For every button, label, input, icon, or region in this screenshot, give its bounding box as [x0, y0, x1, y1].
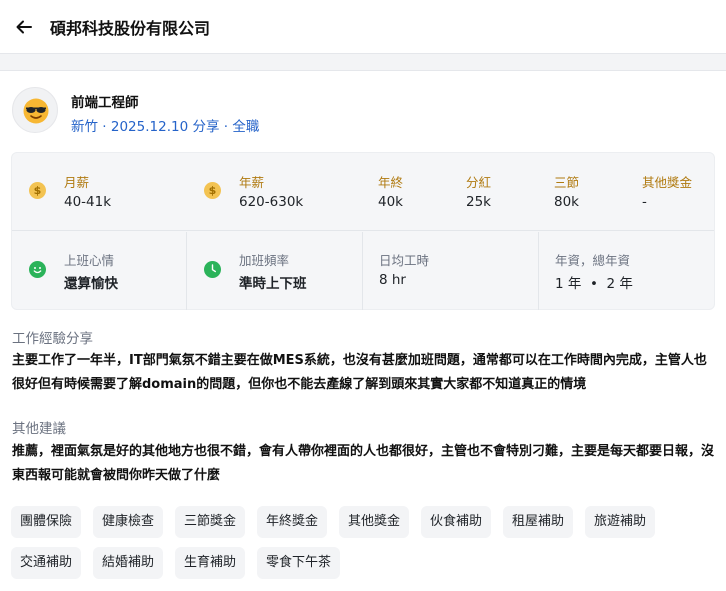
year-end-bonus-label: 年終 — [378, 175, 404, 190]
mood-value: 還算愉快 — [64, 276, 118, 292]
monthly-salary-value: 40-41k — [64, 194, 112, 210]
benefit-tag: 租屋補助 — [503, 506, 574, 538]
dollar-coin-icon: $ — [204, 182, 221, 199]
divider — [362, 232, 363, 310]
benefit-tag: 健康檢查 — [93, 506, 164, 538]
dividend-value: 25k — [466, 194, 491, 210]
benefit-tag: 旅遊補助 — [585, 506, 656, 538]
experience-heading: 工作經驗分享 — [12, 331, 93, 347]
overtime-label: 加班頻率 — [239, 253, 290, 268]
benefit-tag: 三節獎金 — [175, 506, 246, 538]
mood-label: 上班心情 — [64, 253, 115, 268]
sunglasses-emoji-icon — [23, 98, 49, 124]
job-title: 前端工程師 — [71, 95, 139, 111]
other-bonus-value: - — [642, 194, 647, 210]
divider — [186, 232, 187, 310]
post-meta[interactable]: 新竹 · 2025.12.10 分享 · 全職 — [71, 115, 259, 135]
benefit-tag: 生育補助 — [175, 547, 246, 579]
benefit-tag: 年終獎金 — [257, 506, 328, 538]
advice-heading: 其他建議 — [12, 421, 66, 437]
seniority-value: 1 年 • 2 年 — [555, 276, 633, 292]
advice-text: 推薦，裡面氣氛是好的其他地方也很不錯，會有人帶你裡面的人也都很好，主管也不會特別… — [12, 444, 715, 483]
dividend-label: 分紅 — [466, 175, 492, 190]
benefit-tag: 零食下午茶 — [257, 547, 341, 579]
benefit-tag: 結婚補助 — [93, 547, 164, 579]
avatar — [12, 87, 58, 133]
overtime-value: 準時上下班 — [239, 276, 307, 292]
smiley-icon — [29, 261, 46, 278]
annual-salary-label: 年薪 — [239, 175, 265, 190]
salary-post-card: 前端工程師 新竹 · 2025.12.10 分享 · 全職 $ 月薪 40-41… — [0, 70, 726, 591]
salary-row: $ 月薪 40-41k $ 年薪 620-630k 年終 40k 分紅 25k … — [12, 153, 714, 231]
company-title: 碩邦科技股份有限公司 — [50, 19, 211, 38]
benefit-tag: 伙食補助 — [421, 506, 492, 538]
year-end-bonus-value: 40k — [378, 194, 403, 210]
top-bar: 碩邦科技股份有限公司 — [0, 0, 726, 54]
other-bonus-label: 其他獎金 — [642, 175, 693, 190]
festival-bonus-label: 三節 — [554, 175, 580, 190]
experience-text: 主要工作了一年半，IT部門氣氛不錯主要在做MES系統，也沒有甚麼加班問題，通常都… — [12, 353, 707, 392]
dollar-coin-icon: $ — [29, 182, 46, 199]
benefit-tag: 其他獎金 — [339, 506, 410, 538]
salary-panel: $ 月薪 40-41k $ 年薪 620-630k 年終 40k 分紅 25k … — [11, 152, 715, 310]
clock-icon — [204, 261, 221, 278]
arrow-left-icon[interactable] — [14, 17, 34, 37]
seniority-label: 年資，總年資 — [555, 253, 631, 268]
benefit-tag: 交通補助 — [11, 547, 82, 579]
daily-hours-value: 8 hr — [379, 272, 406, 288]
daily-hours-label: 日均工時 — [379, 253, 430, 268]
monthly-salary-label: 月薪 — [64, 175, 90, 190]
benefit-tag: 團體保險 — [11, 506, 82, 538]
divider — [538, 232, 539, 310]
festival-bonus-value: 80k — [554, 194, 579, 210]
annual-salary-value: 620-630k — [239, 194, 304, 210]
